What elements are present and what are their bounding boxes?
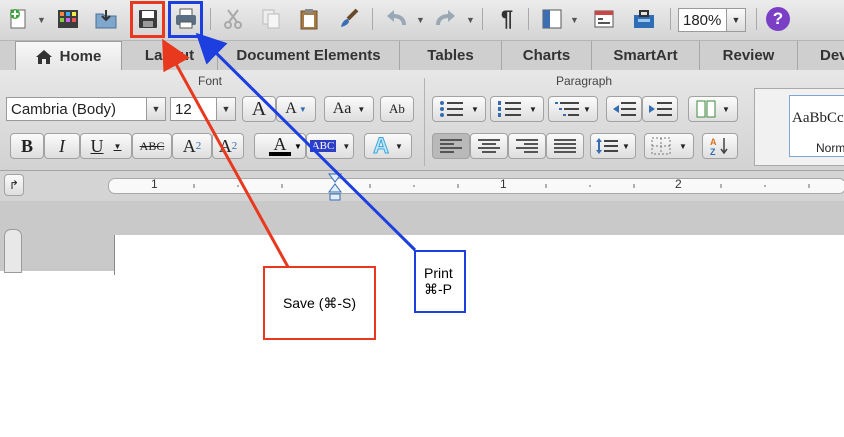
save-callout: Save (⌘-S) [263, 266, 376, 340]
save-arrow [162, 38, 290, 268]
annotation-arrows [162, 32, 417, 268]
save-callout-text: Save (⌘-S) [282, 294, 357, 311]
print-callout: Print ⌘-P [414, 250, 466, 313]
print-callout-title: Print [424, 265, 453, 281]
print-arrow [195, 32, 417, 252]
print-callout-shortcut: ⌘-P [424, 281, 452, 297]
